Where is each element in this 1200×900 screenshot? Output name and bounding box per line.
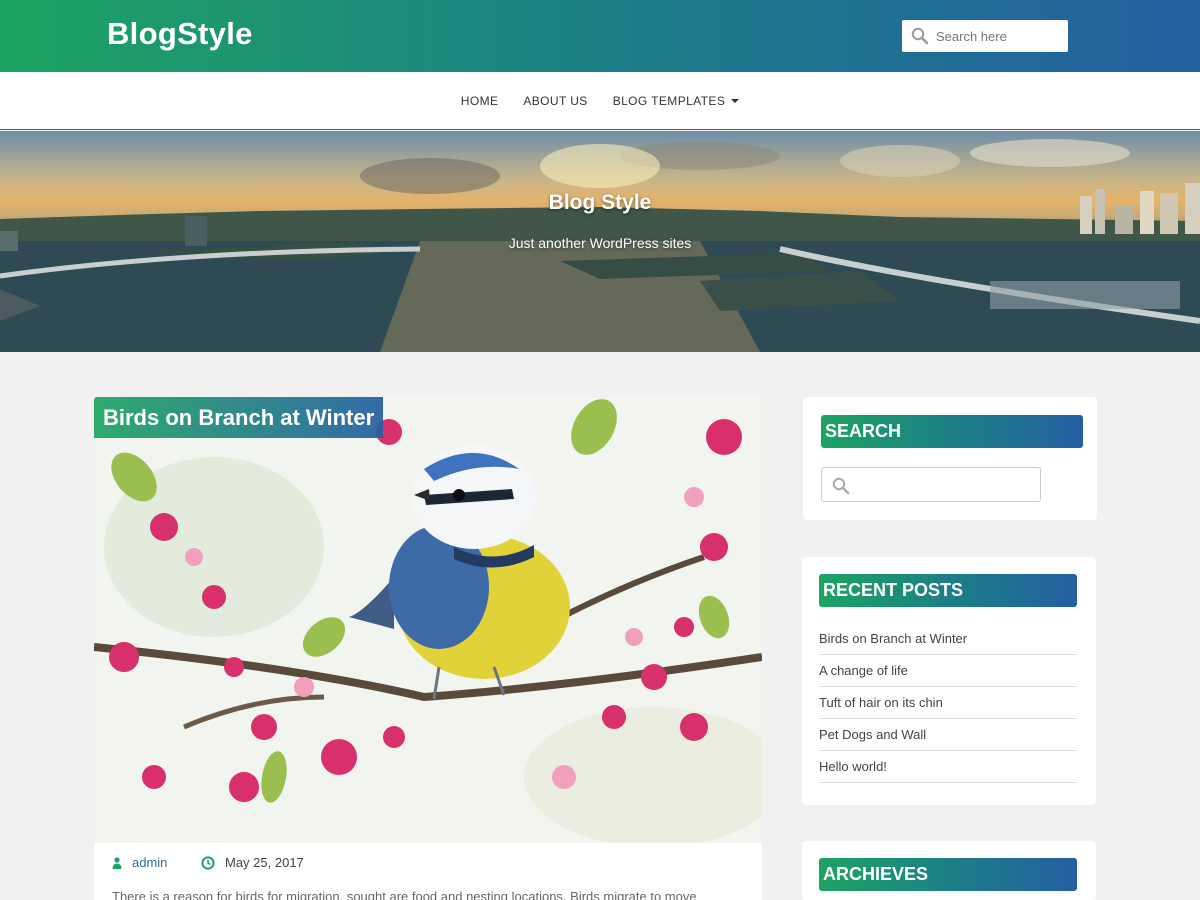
clock-icon [201,855,215,870]
recent-post-link[interactable]: A change of life [819,655,1077,687]
post-author-name: admin [132,855,168,870]
hero-subtitle: Just another WordPress sites [508,235,692,251]
user-icon [112,856,122,869]
nav-item-about-us[interactable]: ABOUT US [523,94,587,108]
search-widget-title: SEARCH [821,415,1083,448]
caret-down-icon [731,98,740,103]
post-meta: admin May 25, 2017 [94,843,762,887]
post-author[interactable]: admin [112,855,167,870]
post-excerpt: There is a reason for birds for migratio… [112,889,697,900]
header-search[interactable] [902,20,1068,52]
recent-post-link[interactable]: Hello world! [819,751,1077,783]
search-icon [832,477,850,495]
site-logo[interactable]: BlogStyle [107,16,253,52]
sidebar-search-box[interactable] [821,467,1041,502]
post-date-text: May 25, 2017 [225,855,304,870]
recent-post-link[interactable]: Tuft of hair on its chin [819,687,1077,719]
nav-item-label: ABOUT US [523,93,588,108]
nav-item-blog-templates[interactable]: BLOG TEMPLATES [613,94,740,108]
archives-widget: ARCHIEVES [802,841,1096,900]
post-featured-image[interactable]: Birds on Branch at Winter [94,397,762,843]
hero-banner: Blog Style Just another WordPress sites [0,131,1200,352]
site-header: BlogStyle [0,0,1200,72]
recent-posts-list: Birds on Branch at Winter A change of li… [819,623,1077,783]
recent-posts-title: RECENT POSTS [819,574,1077,607]
post-date: May 25, 2017 [201,855,304,870]
nav-item-label: BLOG TEMPLATES [612,93,726,108]
nav-item-home[interactable]: HOME [461,94,499,108]
search-widget: SEARCH [803,397,1097,520]
sidebar-search-input[interactable] [858,469,1036,500]
post-card: Birds on Branch at Winter admin May 25, … [94,397,762,900]
nav-list: HOME ABOUT US BLOG TEMPLATES [0,72,1200,129]
recent-post-link[interactable]: Pet Dogs and Wall [819,719,1077,751]
archives-title: ARCHIEVES [819,858,1077,891]
bird-on-branch-image [94,397,762,843]
nav-item-label: HOME [460,93,499,108]
search-icon [911,27,929,45]
hero-title: Blog Style [548,191,652,214]
recent-posts-widget: RECENT POSTS Birds on Branch at Winter A… [802,557,1096,805]
post-title[interactable]: Birds on Branch at Winter [94,397,384,438]
header-search-input[interactable] [936,20,1064,52]
recent-post-link[interactable]: Birds on Branch at Winter [819,623,1077,655]
main-nav: HOME ABOUT US BLOG TEMPLATES [0,72,1200,130]
